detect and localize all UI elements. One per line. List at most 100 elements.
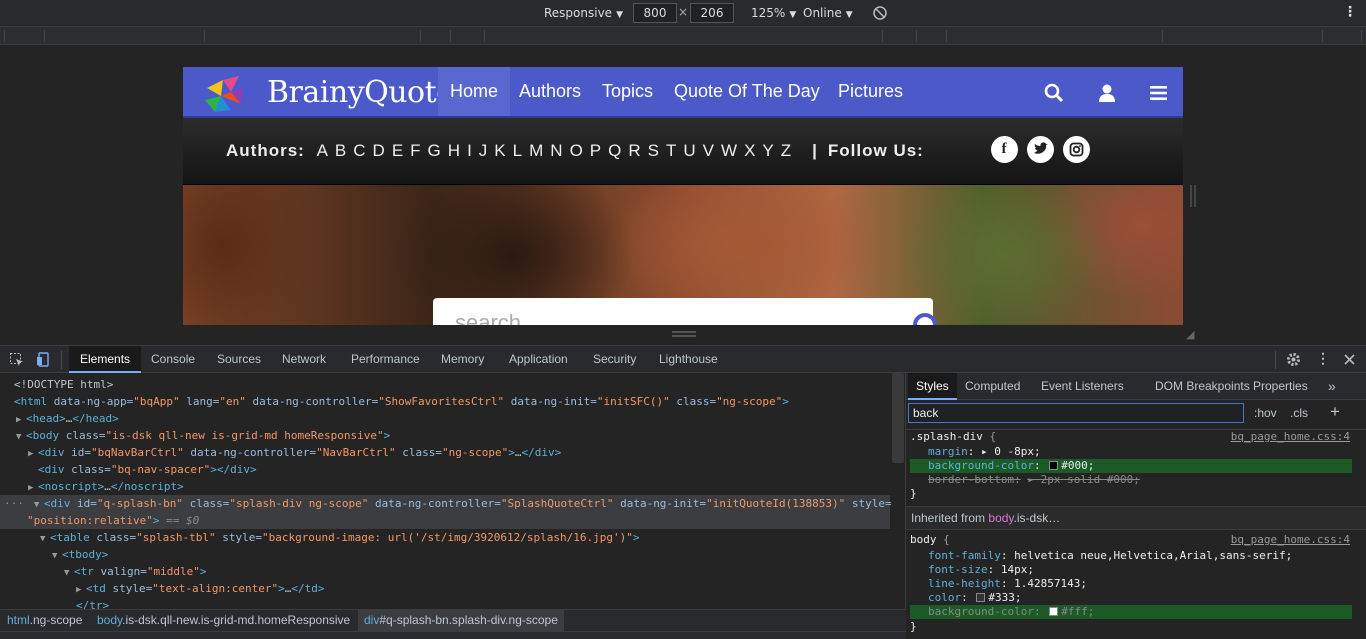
search-submit-icon[interactable]	[913, 313, 937, 325]
css-declaration-highlighted[interactable]: background-color: #000;	[910, 459, 1352, 473]
dom-node-selected[interactable]: ··· ▼ <div id="q-splash-bn" class="splash-…	[0, 495, 892, 512]
color-swatch[interactable]	[976, 593, 986, 602]
ruler-segment[interactable]	[44, 30, 204, 42]
dom-node[interactable]: </tr>	[0, 597, 890, 609]
author-letter-link[interactable]: R	[628, 141, 640, 160]
dom-node[interactable]: ▼ <table class="splash-tbl" style="backgr…	[0, 529, 890, 546]
ruler-segment[interactable]	[4, 30, 42, 42]
dom-node[interactable]: <html data-ng-app="bqApp" lang="en" data…	[0, 393, 890, 410]
css-declaration[interactable]: font-size: 14px;	[910, 563, 1352, 577]
node-actions-dots[interactable]: ···	[4, 497, 24, 510]
breadcrumb-html[interactable]: html.ng-scope	[1, 610, 88, 631]
tab-event-listeners[interactable]: Event Listeners	[1033, 373, 1132, 400]
author-letter-link[interactable]: Z	[781, 141, 791, 160]
viewport-width-input[interactable]: 800	[633, 3, 677, 23]
author-letter-link[interactable]: M	[529, 141, 543, 160]
inspect-icon[interactable]	[9, 352, 24, 367]
author-letter-link[interactable]: E	[392, 141, 403, 160]
ruler-segment[interactable]	[1162, 30, 1322, 42]
author-letter-link[interactable]: H	[448, 141, 460, 160]
rule-selector[interactable]: .splash-div {	[910, 430, 996, 444]
author-letter-link[interactable]: T	[666, 141, 676, 160]
tab-computed[interactable]: Computed	[957, 373, 1028, 400]
css-declaration-highlighted[interactable]: background-color: #fff;	[910, 605, 1352, 619]
author-letter-link[interactable]: P	[590, 141, 601, 160]
author-letter-link[interactable]: V	[703, 141, 714, 160]
author-letter-link[interactable]: F	[410, 141, 420, 160]
dom-node-selected-cont[interactable]: "position:relative"> == $0	[0, 512, 890, 529]
kebab-menu-icon[interactable]: ⋮	[1316, 350, 1331, 366]
close-icon[interactable]	[1342, 352, 1357, 367]
inherited-tag-link[interactable]: body	[988, 511, 1013, 525]
color-swatch[interactable]	[1049, 607, 1059, 616]
nav-authors[interactable]: Authors	[507, 67, 593, 116]
collapsed-ellipsis[interactable]: …	[104, 480, 111, 493]
ruler-segment[interactable]	[916, 30, 946, 42]
author-letter-link[interactable]: U	[683, 141, 695, 160]
tab-security[interactable]: Security	[582, 346, 647, 373]
rule-source-link[interactable]: bq_page_home.css:4	[1231, 430, 1350, 444]
zoom-select[interactable]: 125% ▼	[751, 6, 796, 20]
ruler-segment[interactable]	[1322, 30, 1362, 42]
tab-lighthouse[interactable]: Lighthouse	[648, 346, 729, 373]
tab-network[interactable]: Network	[271, 346, 337, 373]
hover-state-toggle[interactable]: :hov	[1254, 406, 1277, 420]
rotate-icon[interactable]	[872, 5, 888, 24]
kebab-menu-icon[interactable]: ⋮	[1343, 4, 1357, 20]
dom-node[interactable]: ▶ <head>…</head>	[0, 410, 890, 427]
tab-performance[interactable]: Performance	[340, 346, 431, 373]
css-declaration[interactable]: line-height: 1.42857143;	[910, 577, 1352, 591]
brand-logo[interactable]: BrainyQuote®	[201, 70, 462, 114]
dom-node[interactable]: <div class="bq-nav-spacer"></div>	[0, 461, 890, 478]
dom-node[interactable]: ▶ <td style="text-align:center">…</td>	[0, 580, 890, 597]
author-letter-link[interactable]: W	[721, 141, 737, 160]
tab-styles[interactable]: Styles	[908, 373, 957, 400]
nav-home[interactable]: Home	[438, 67, 511, 116]
tab-dom-breakpoints[interactable]: DOM Breakpoints	[1147, 373, 1258, 400]
tab-console[interactable]: Console	[140, 346, 206, 373]
nav-pictures[interactable]: Pictures	[826, 67, 915, 116]
nav-quote-of-the-day[interactable]: Quote Of The Day	[662, 67, 832, 116]
nav-topics[interactable]: Topics	[590, 67, 665, 116]
viewport-height-input[interactable]: 206	[690, 3, 734, 23]
tab-application[interactable]: Application	[498, 346, 579, 373]
author-letter-link[interactable]: N	[550, 141, 562, 160]
breadcrumb-body[interactable]: body.is-dsk.qll-new.is-grid-md.homeRespo…	[91, 610, 356, 631]
ruler-segment[interactable]	[204, 30, 420, 42]
dom-scrollbar[interactable]	[892, 373, 904, 463]
device-toggle-icon[interactable]	[36, 352, 51, 367]
author-letter-link[interactable]: O	[570, 141, 583, 160]
throttle-select[interactable]: Online ▼	[803, 6, 853, 20]
author-letter-link[interactable]: I	[467, 141, 472, 160]
author-letter-link[interactable]: C	[353, 141, 365, 160]
author-letter-link[interactable]: X	[744, 141, 755, 160]
quote-search-box[interactable]: search	[433, 298, 937, 325]
dom-node[interactable]: ▼ <body class="is-dsk qll-new is-grid-md …	[0, 427, 890, 444]
facebook-icon[interactable]: f	[991, 136, 1018, 163]
search-icon[interactable]	[1043, 82, 1065, 104]
author-letter-link[interactable]: K	[494, 141, 505, 160]
css-declaration[interactable]: margin: ▸ 0 -8px;	[910, 445, 1352, 459]
class-toggle[interactable]: .cls	[1290, 406, 1308, 420]
author-letter-link[interactable]: Y	[762, 141, 773, 160]
viewport-resize-handle-right[interactable]	[1190, 185, 1196, 207]
viewport-resize-corner-icon[interactable]: ◢	[1186, 328, 1198, 341]
tab-memory[interactable]: Memory	[430, 346, 495, 373]
add-rule-icon[interactable]: +	[1330, 402, 1340, 422]
rule-source-link[interactable]: bq_page_home.css:4	[1231, 533, 1350, 547]
breadcrumb-div[interactable]: div#q-splash-bn.splash-div.ng-scope	[358, 610, 564, 631]
author-letter-link[interactable]: D	[373, 141, 385, 160]
ruler-segment[interactable]	[484, 30, 882, 42]
rule-selector[interactable]: body {	[910, 533, 950, 547]
tab-properties[interactable]: Properties	[1245, 373, 1316, 400]
collapsed-ellipsis[interactable]: …	[515, 446, 522, 459]
styles-filter-input[interactable]: back	[908, 403, 1244, 423]
dom-node[interactable]: ▼ <tr valign="middle">	[0, 563, 890, 580]
dom-node[interactable]: ▼ <tbody>	[0, 546, 890, 563]
viewport-resize-handle-bottom[interactable]	[672, 331, 696, 337]
ruler-segment[interactable]	[450, 30, 484, 42]
twitter-icon[interactable]	[1027, 136, 1054, 163]
author-letter-link[interactable]: S	[648, 141, 659, 160]
author-letter-link[interactable]: Q	[608, 141, 621, 160]
author-letter-link[interactable]: J	[479, 141, 488, 160]
